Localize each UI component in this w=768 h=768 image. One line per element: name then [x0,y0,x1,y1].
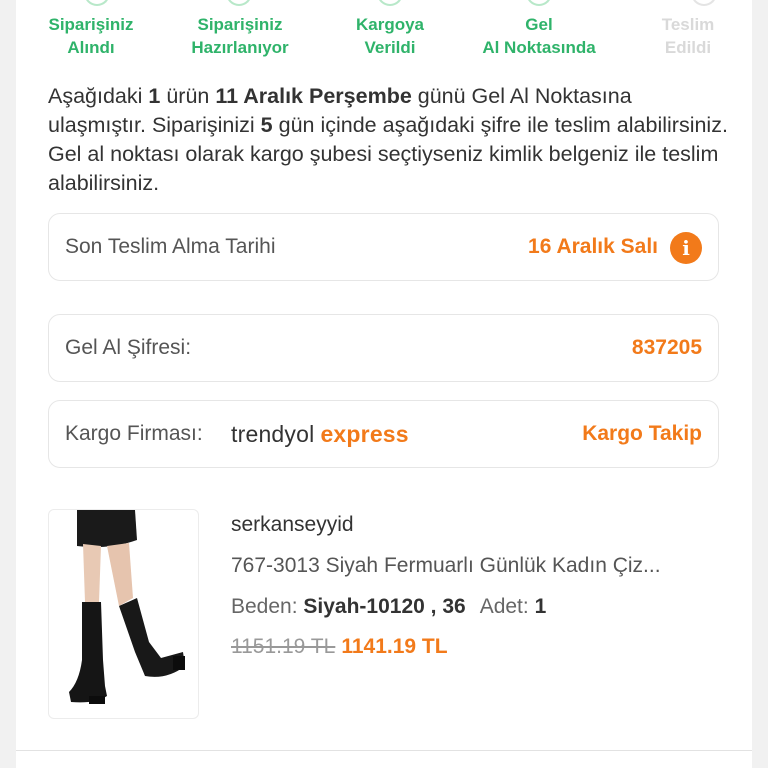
step-shipped-label: Kargoya Verildi [355,15,425,57]
pickup-code-box: Gel Al Şifresi: 837205 [48,314,719,382]
boots-illustration [69,510,185,704]
step-indicator [377,0,403,6]
pickup-code-value: 837205 [631,336,702,359]
delivery-info-text: Aşağıdaki 1 ürün 11 Aralık Perşembe günü… [48,84,728,195]
cargo-brand-logo: trendyol express [231,420,409,447]
step-indicator [226,0,252,6]
step-ordered-label: Siparişiniz Alındı [48,15,134,57]
new-price: 1141.19 TL [341,635,448,658]
deadline-box: Son Teslim Alma Tarihi 16 Aralık Salı i [48,213,719,281]
product-name[interactable]: 767-3013 Siyah Fermuarlı Günlük Kadın Çi… [231,554,721,578]
product-variant: Beden: Siyah-10120 , 36 Adet: 1 [231,595,547,618]
pickup-code-label: Gel Al Şifresi: [65,336,192,359]
cargo-label: Kargo Firması: [65,422,203,445]
step-indicator [526,0,552,6]
bottom-divider [16,750,752,768]
cargo-box: Kargo Firması: trendyol express Kargo Tak… [48,400,719,468]
cargo-tracking-link[interactable]: Kargo Takip [582,401,702,467]
product-image[interactable] [48,509,199,719]
product-prices: 1151.19 TL 1141.19 TL [231,635,448,659]
step-indicator [84,0,110,6]
step-indicator [691,0,717,6]
step-at-pickup-label: Gel Al Noktasında [482,15,596,57]
seller-name[interactable]: serkanseyyid [231,513,354,537]
step-preparing-label: Siparişiniz Hazırlanıyor [191,15,289,57]
deadline-value: 16 Aralık Salı [528,235,658,258]
info-icon[interactable]: i [670,232,702,264]
deadline-label: Son Teslim Alma Tarihi [65,235,276,258]
step-delivered-label: Teslim Edildi [661,15,715,57]
order-progress-steps: Siparişiniz Alındı Siparişiniz Hazırlanı… [16,0,752,70]
order-detail-card: Siparişiniz Alındı Siparişiniz Hazırlanı… [16,0,752,768]
old-price: 1151.19 TL [231,635,336,658]
